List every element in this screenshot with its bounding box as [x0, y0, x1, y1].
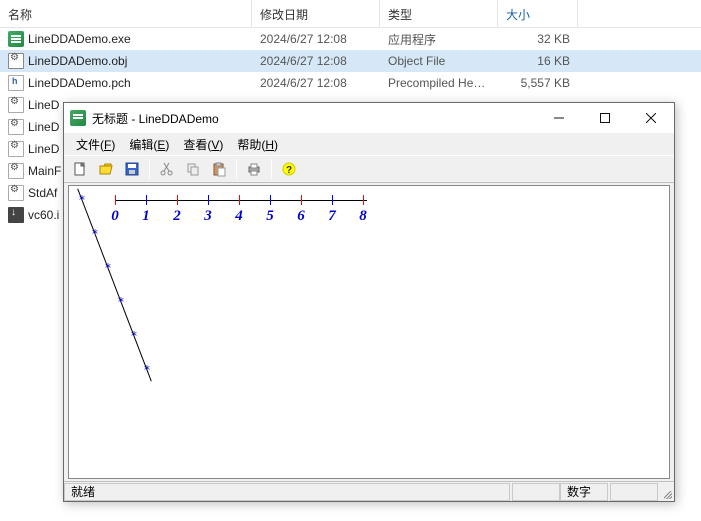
file-size: 32 KB [498, 30, 578, 48]
file-name: LineDDADemo.obj [28, 54, 127, 68]
status-ready: 就绪 [64, 483, 510, 501]
file-icon [8, 119, 24, 135]
status-blank-cell [512, 483, 560, 501]
status-blank-cell [610, 483, 658, 501]
canvas-area[interactable]: 012345678 ****** [68, 185, 670, 479]
dda-line-segment [69, 186, 669, 478]
dda-point-star: * [143, 363, 150, 377]
app-icon [70, 110, 86, 126]
print-button[interactable] [242, 158, 266, 180]
minimize-button[interactable] [536, 103, 582, 133]
file-icon [8, 163, 24, 179]
file-name: StdAf [28, 186, 57, 200]
resize-grip-icon[interactable] [658, 483, 674, 501]
app-window: 无标题 - LineDDADemo 文件(F)编辑(E)查看(V)帮助(H) [63, 102, 675, 502]
toolbar-separator [271, 159, 272, 179]
toolbar-separator [236, 159, 237, 179]
save-button[interactable] [120, 158, 144, 180]
file-icon [8, 185, 24, 201]
file-row[interactable]: LineDDADemo.pch 2024/6/27 12:08Precompile… [0, 72, 701, 94]
menu-v[interactable]: 查看(V) [177, 134, 229, 155]
file-date: 2024/6/27 12:08 [252, 30, 380, 48]
title-bar[interactable]: 无标题 - LineDDADemo [64, 103, 674, 133]
toolbar-separator [149, 159, 150, 179]
header-size[interactable]: 大小 [498, 0, 578, 27]
header-type[interactable]: 类型 [380, 0, 498, 27]
window-controls [536, 103, 674, 133]
file-size: 5,557 KB [498, 74, 578, 92]
menu-h[interactable]: 帮助(H) [231, 134, 284, 155]
header-date[interactable]: 修改日期 [252, 0, 380, 27]
cut-button[interactable] [155, 158, 179, 180]
file-date: 2024/6/27 12:08 [252, 74, 380, 92]
copy-button[interactable] [181, 158, 205, 180]
status-bar: 就绪 数字 [64, 481, 674, 501]
file-name: LineDDADemo.exe [28, 32, 131, 46]
file-name: LineD [28, 120, 59, 134]
file-name: LineD [28, 142, 59, 156]
file-icon [8, 31, 24, 47]
maximize-button[interactable] [582, 103, 628, 133]
file-type: Object File [380, 52, 498, 70]
toolbar: ? [64, 155, 674, 183]
file-row[interactable]: LineDDADemo.obj 2024/6/27 12:08Object Fil… [0, 50, 701, 72]
file-name: LineDDADemo.pch [28, 76, 131, 90]
file-date: 2024/6/27 12:08 [252, 52, 380, 70]
file-size: 16 KB [498, 52, 578, 70]
svg-text:?: ? [286, 165, 292, 176]
file-type: 应用程序 [380, 29, 498, 50]
dda-point-star: * [117, 295, 124, 309]
menu-f[interactable]: 文件(F) [70, 134, 121, 155]
paste-button[interactable] [207, 158, 231, 180]
dda-point-star: * [78, 193, 85, 207]
menu-bar: 文件(F)编辑(E)查看(V)帮助(H) [64, 133, 674, 155]
explorer-column-headers: 名称 修改日期 类型 大小 [0, 0, 701, 28]
window-title: 无标题 - LineDDADemo [92, 110, 219, 127]
dda-point-star: * [104, 261, 111, 275]
file-name: vc60.i [28, 208, 59, 222]
close-button[interactable] [628, 103, 674, 133]
file-icon [8, 141, 24, 157]
menu-e[interactable]: 编辑(E) [123, 134, 175, 155]
file-icon [8, 53, 24, 69]
file-icon [8, 97, 24, 113]
file-name: MainF [28, 164, 61, 178]
file-icon [8, 207, 24, 223]
dda-point-star: * [130, 329, 137, 343]
dda-point-star: * [91, 227, 98, 241]
open-button[interactable] [94, 158, 118, 180]
file-type: Precompiled He… [380, 74, 498, 92]
help-button[interactable]: ? [277, 158, 301, 180]
file-icon [8, 75, 24, 91]
status-numlock: 数字 [560, 483, 608, 501]
file-row[interactable]: LineDDADemo.exe 2024/6/27 12:08应用程序32 KB [0, 28, 701, 50]
header-name[interactable]: 名称 [0, 0, 252, 27]
file-name: LineD [28, 98, 59, 112]
new-button[interactable] [68, 158, 92, 180]
